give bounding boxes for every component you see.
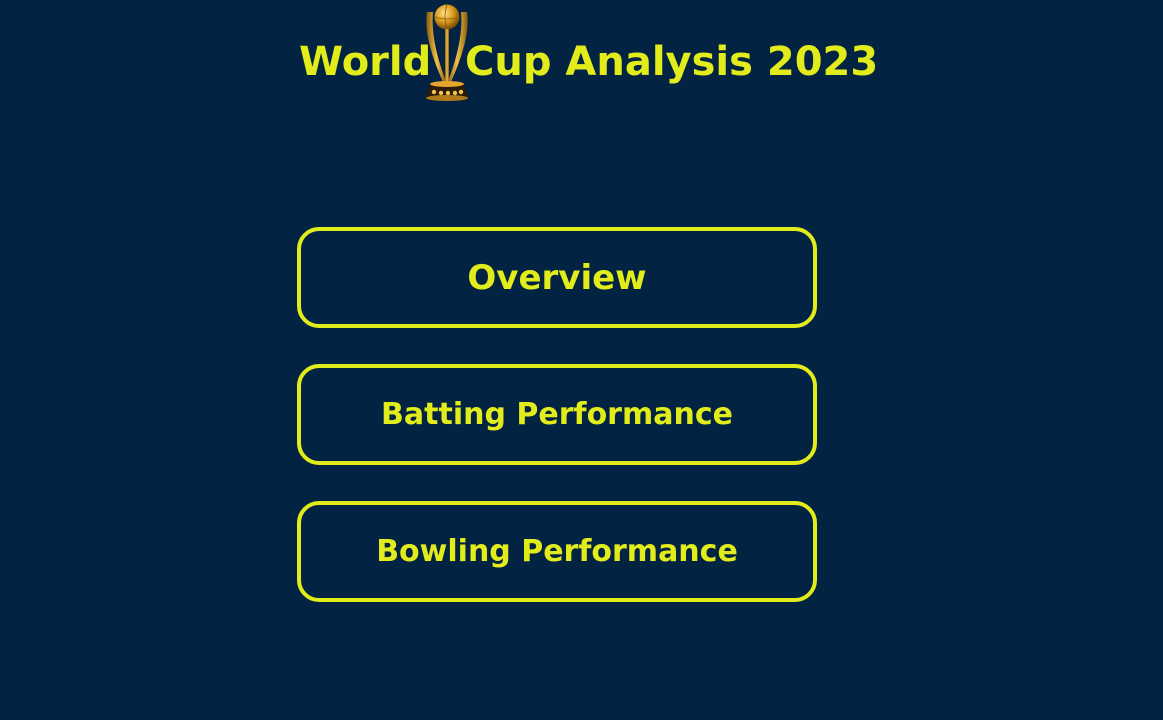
bowling-performance-button-label: Bowling Performance (376, 534, 738, 569)
overview-button[interactable]: Overview (297, 227, 817, 328)
overview-button-label: Overview (467, 257, 647, 298)
page-title-part-1: World (299, 39, 432, 85)
batting-performance-button[interactable]: Batting Performance (297, 364, 817, 465)
page-title: World Cup Analysis 2023 (299, 30, 878, 94)
batting-performance-button-label: Batting Performance (381, 397, 733, 432)
world-cup-trophy-icon (426, 4, 468, 101)
bowling-performance-button[interactable]: Bowling Performance (297, 501, 817, 602)
page-title-part-2: Cup Analysis 2023 (465, 39, 879, 85)
